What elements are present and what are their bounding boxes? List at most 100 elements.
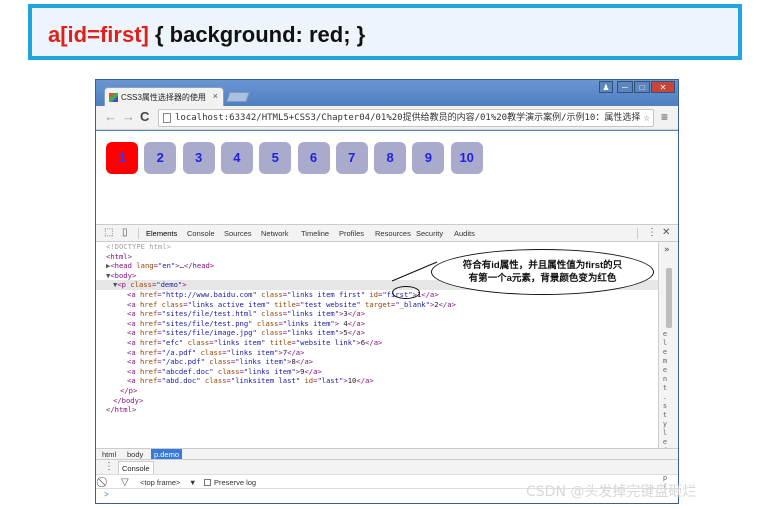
dom-token: </a>	[356, 376, 374, 386]
toolbar-divider	[138, 228, 139, 239]
dom-token: "linksitem last"	[230, 376, 301, 386]
dom-node-line[interactable]: </body>	[96, 396, 658, 406]
dom-token: <a	[127, 328, 140, 338]
dom-node-line[interactable]: <a href="abd.doc" class="linksitem last"…	[96, 376, 658, 386]
dom-token: </a>	[287, 347, 305, 357]
tab-elements[interactable]: Elements	[146, 229, 177, 238]
dom-token: class	[256, 289, 283, 299]
dom-token: "links item"	[243, 366, 296, 376]
dom-token: </body>	[113, 395, 144, 405]
dom-token: <head	[110, 261, 137, 271]
link-4[interactable]: 4	[220, 142, 253, 174]
user-icon[interactable]: ♟	[599, 81, 613, 93]
address-bar[interactable]: localhost:63342/HTML5+CSS3/Chapter04/01%…	[158, 109, 654, 127]
dom-token: "_blank"	[395, 299, 430, 309]
dom-token: <a	[127, 299, 140, 309]
dom-token: href	[139, 289, 158, 299]
tab-resources[interactable]: Resources	[375, 229, 411, 238]
drawer-console-tab[interactable]: Console	[118, 461, 154, 474]
tab-network[interactable]: Network	[261, 229, 289, 238]
dom-token: title	[269, 299, 296, 309]
filter-icon[interactable]: ▽	[121, 478, 129, 488]
link-9[interactable]: 9	[412, 142, 445, 174]
styles-char: t	[662, 384, 668, 392]
tab-console[interactable]: Console	[187, 229, 215, 238]
inspect-element-icon[interactable]: ⬚	[104, 228, 113, 238]
dom-token: "/abc.pdf"	[161, 357, 205, 367]
drawer-more-icon[interactable]: ⋮	[104, 462, 114, 472]
styles-char: y	[662, 420, 668, 428]
dom-node-line[interactable]: </html>	[96, 405, 658, 415]
link-6[interactable]: 6	[297, 142, 330, 174]
menu-icon[interactable]: ≡	[661, 111, 668, 123]
dom-token: </head>	[183, 261, 215, 271]
sidebar-scrollbar[interactable]	[666, 268, 672, 328]
dom-token: href	[139, 309, 158, 319]
dom-node-line[interactable]: <a href="efc" class="links item" title="…	[96, 338, 658, 348]
dom-node-line[interactable]: <a href="abcdef.doc" class="links item">…	[96, 367, 658, 377]
preserve-log-checkbox[interactable]	[204, 479, 211, 486]
browser-toolbar: ← → C localhost:63342/HTML5+CSS3/Chapter…	[96, 106, 678, 130]
dom-node-line[interactable]: <a href="/abc.pdf" class="links item">8<…	[96, 357, 658, 367]
devtools-close-icon[interactable]: ✕	[662, 228, 670, 238]
tab-timeline[interactable]: Timeline	[301, 229, 329, 238]
dom-token: "links item"	[282, 318, 335, 328]
tab-close-icon[interactable]: ×	[213, 91, 218, 101]
styles-char: .	[662, 393, 668, 401]
dom-token: <a	[127, 376, 140, 386]
dom-token: "sites/file/image.jpg"	[161, 328, 257, 338]
back-arrow-icon[interactable]: ←	[104, 110, 117, 124]
dom-token: id	[300, 376, 314, 386]
dom-token: "demo"	[156, 280, 183, 290]
dom-token: href	[139, 357, 158, 367]
link-1[interactable]: 1	[106, 142, 138, 174]
dom-token: class	[252, 318, 279, 328]
console-prompt[interactable]: >	[104, 490, 109, 499]
tab-audits[interactable]: Audits	[454, 229, 475, 238]
link-8[interactable]: 8	[374, 142, 407, 174]
styles-char: e	[662, 366, 668, 374]
close-button[interactable]: ✕	[651, 81, 675, 93]
more-options-icon[interactable]: ⋮	[647, 228, 657, 238]
dom-token: "last"	[317, 376, 344, 386]
maximize-button[interactable]: □	[634, 81, 650, 93]
tab-security[interactable]: Security	[416, 229, 443, 238]
browser-tab[interactable]: CSS3属性选择器的使用 ×	[104, 87, 224, 107]
link-10[interactable]: 10	[450, 142, 483, 174]
highlight-circle	[392, 286, 420, 299]
frame-select-arrow-icon[interactable]: ▼	[189, 478, 196, 487]
device-mode-icon[interactable]: ▯	[122, 228, 128, 238]
dom-node-line[interactable]: <a href="sites/file/test.html" class="li…	[96, 309, 658, 319]
dom-token: href	[139, 376, 158, 386]
dom-token: <a	[127, 357, 140, 367]
dom-node-line[interactable]: <a href="sites/file/image.jpg" class="li…	[96, 328, 658, 338]
dom-node-line[interactable]: <a href="/a.pdf" class="links item">7</a…	[96, 348, 658, 358]
dom-token: </p>	[120, 385, 138, 395]
tab-profiles[interactable]: Profiles	[339, 229, 364, 238]
tab-sources[interactable]: Sources	[224, 229, 252, 238]
frame-select[interactable]: <top frame>	[140, 478, 180, 487]
sidebar-toggle-icon[interactable]: »	[664, 245, 669, 255]
dom-token: "links item"	[213, 337, 266, 347]
dom-token: "links item"	[226, 347, 279, 357]
styles-char: e	[662, 330, 668, 338]
styles-char: s	[662, 402, 668, 410]
annotation-callout: 符合有id属性，并且属性值为first的只 有第一个a元素，背景颜色变为红色	[431, 249, 654, 295]
bookmark-star-icon[interactable]: ☆	[643, 110, 650, 126]
dom-token: href	[139, 347, 158, 357]
forward-arrow-icon[interactable]: →	[122, 110, 135, 124]
reload-icon[interactable]: C	[140, 110, 149, 124]
link-2[interactable]: 2	[144, 142, 177, 174]
new-tab-button[interactable]	[226, 92, 250, 102]
minimize-button[interactable]: ─	[617, 81, 633, 93]
dom-node-line[interactable]: <a href class="links active item" title=…	[96, 300, 658, 310]
link-3[interactable]: 3	[182, 142, 215, 174]
dom-node-line[interactable]: <a href="sites/file/test.png" class="lin…	[96, 319, 658, 329]
dom-token: </a>	[347, 309, 366, 319]
dom-token: href	[139, 328, 158, 338]
link-5[interactable]: 5	[259, 142, 292, 174]
dom-token: href	[139, 366, 158, 376]
dom-token: </a>	[347, 328, 366, 338]
dom-node-line[interactable]: </p>	[96, 386, 658, 396]
link-7[interactable]: 7	[335, 142, 368, 174]
